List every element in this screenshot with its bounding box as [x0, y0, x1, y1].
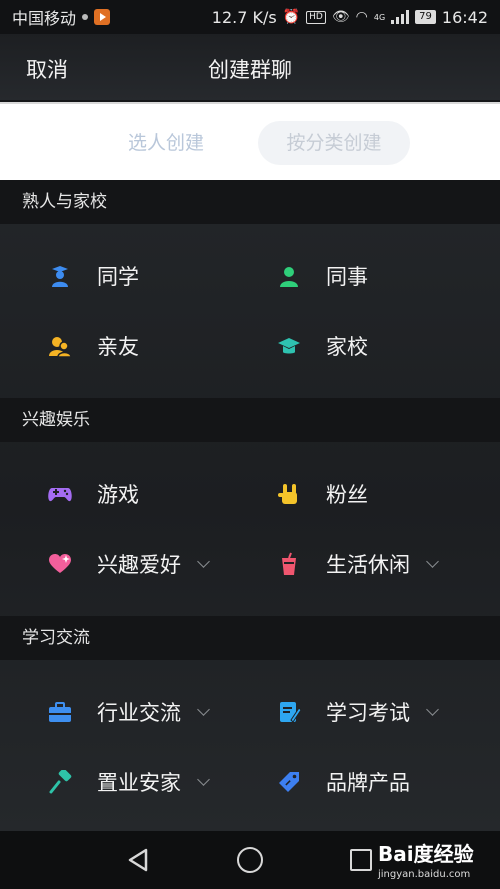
- status-right: 12.7 K/s ⏰ HD 👁 ◠ 4G 79 16:42: [212, 8, 488, 27]
- chevron-down-icon: [197, 554, 210, 568]
- page-title: 创建群聊: [208, 58, 292, 82]
- signal-icon: [391, 10, 410, 24]
- colleague-icon: [276, 263, 302, 289]
- category-item-colleagues[interactable]: 同事: [276, 252, 368, 300]
- tag-icon: [276, 769, 302, 795]
- category-item-home-school[interactable]: 家校: [276, 322, 368, 370]
- home-icon[interactable]: [237, 847, 263, 873]
- hd-badge: HD: [306, 10, 326, 24]
- rock-hand-icon: [276, 481, 302, 507]
- family-icon: [47, 333, 73, 359]
- category-label: 亲友: [97, 335, 139, 359]
- category-label: 游戏: [97, 483, 139, 507]
- eye-icon: 👁: [331, 9, 350, 25]
- category-item-classmates[interactable]: 同学: [47, 252, 139, 300]
- category-label: 品牌产品: [326, 771, 410, 795]
- category-item-leisure[interactable]: 生活休闲: [276, 540, 439, 588]
- chevron-down-icon: [197, 772, 210, 786]
- watermark-brand: Bai度经验: [378, 842, 474, 866]
- category-label: 同事: [326, 265, 368, 289]
- watermark: Bai度经验 jingyan.baidu.com: [378, 838, 474, 880]
- category-label: 粉丝: [326, 483, 368, 507]
- exam-icon: [276, 699, 302, 725]
- paint-roller-icon: [47, 769, 73, 795]
- section-header-learning: 学习交流: [0, 616, 500, 660]
- graduate-icon: [47, 263, 73, 289]
- notification-dot-icon: [82, 14, 89, 20]
- category-label: 行业交流: [97, 701, 181, 725]
- create-mode-tabs: 选人创建 按分类创建: [0, 102, 500, 180]
- section-header-entertainment: 兴趣娱乐: [0, 398, 500, 442]
- chevron-down-icon: [426, 554, 439, 568]
- battery-icon: 79: [415, 10, 436, 24]
- drink-icon: [276, 551, 302, 577]
- heart-icon: [47, 551, 73, 577]
- carrier-label: 中国移动: [12, 9, 77, 28]
- category-item-friends-family[interactable]: 亲友: [47, 322, 139, 370]
- school-cap-icon: [276, 333, 302, 359]
- top-bar: 取消 创建群聊: [0, 34, 500, 100]
- network-type: 4G: [373, 12, 386, 22]
- tab-select-people[interactable]: 选人创建: [104, 121, 228, 165]
- video-app-icon: [94, 9, 111, 25]
- category-item-games[interactable]: 游戏: [47, 470, 139, 518]
- status-bar: 中国移动 12.7 K/s ⏰ HD 👁 ◠ 4G 79 16:42: [0, 0, 500, 34]
- wifi-icon: ◠: [355, 9, 368, 25]
- recent-apps-icon[interactable]: [350, 849, 372, 871]
- category-label: 兴趣爱好: [97, 553, 181, 577]
- chevron-down-icon: [426, 702, 439, 716]
- clock: 16:42: [441, 7, 488, 27]
- category-label: 家校: [326, 335, 368, 359]
- chevron-down-icon: [197, 702, 210, 716]
- alarm-icon: ⏰: [282, 9, 301, 25]
- watermark-url: jingyan.baidu.com: [378, 869, 471, 880]
- category-item-industry[interactable]: 行业交流: [47, 688, 210, 736]
- category-item-housing[interactable]: 置业安家: [47, 758, 210, 806]
- category-label: 生活休闲: [326, 553, 410, 577]
- briefcase-icon: [47, 699, 73, 725]
- category-list: 熟人与家校 同学 同事 亲友 家校 兴趣娱乐 游戏 粉丝 兴趣爱好 生活休闲 学…: [0, 180, 500, 831]
- category-item-brands[interactable]: 品牌产品: [276, 758, 410, 806]
- category-label: 置业安家: [97, 771, 181, 795]
- section-header-acquaintance: 熟人与家校: [0, 180, 500, 224]
- gamepad-icon: [47, 481, 73, 507]
- category-item-fans[interactable]: 粉丝: [276, 470, 368, 518]
- network-speed: 12.7 K/s: [211, 7, 277, 27]
- category-item-hobbies[interactable]: 兴趣爱好: [47, 540, 210, 588]
- category-item-exams[interactable]: 学习考试: [276, 688, 439, 736]
- back-icon[interactable]: [127, 848, 149, 876]
- tab-by-category[interactable]: 按分类创建: [258, 121, 410, 165]
- category-label: 学习考试: [326, 701, 410, 725]
- status-left: 中国移动: [12, 5, 111, 29]
- category-label: 同学: [97, 265, 139, 289]
